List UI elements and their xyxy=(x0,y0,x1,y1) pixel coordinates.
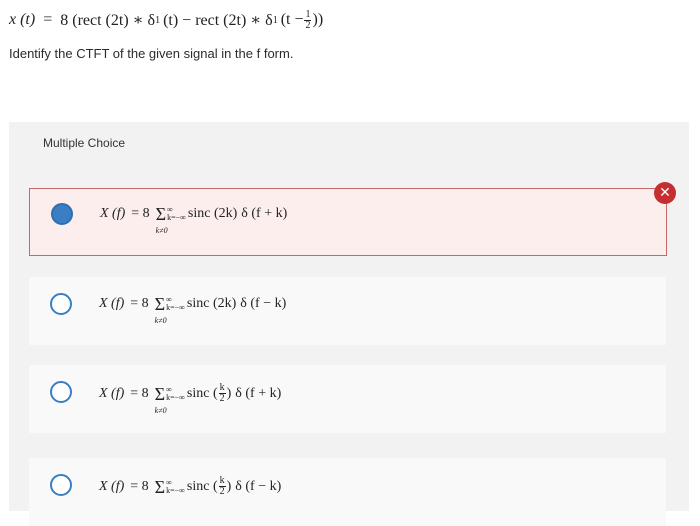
equation-fraction: 1 2 xyxy=(304,8,312,31)
option-term: sinc (2k) xyxy=(186,296,237,311)
equation-rhs-a: 8 (rect (2t) ∗ δ xyxy=(60,12,156,29)
equation-rhs-b: (t) − rect (2t) ∗ δ xyxy=(163,12,273,29)
option-fraction: k 2 xyxy=(218,383,226,404)
signal-equation: x (t) = 8 (rect (2t) ∗ δ1 (t) − rect (2t… xyxy=(9,8,323,32)
sigma-icon: Σ xyxy=(154,383,166,404)
frac-den: 2 xyxy=(219,486,225,497)
sigma-icon: Σ xyxy=(154,476,166,497)
sum-exclusion: k≠0 xyxy=(155,226,168,235)
option-eq: = 8 xyxy=(130,478,149,494)
option-4-expression: X (f) = 8 Σ ∞ k=−∞ sinc ( k 2 ) δ (f − k) xyxy=(99,476,281,497)
option-2-expression: X (f) = 8 Σ ∞ k=−∞ k≠0 sinc (2k) δ (f − k… xyxy=(99,294,287,325)
sum-lower: k=−∞ xyxy=(166,485,185,495)
equation-equals: = xyxy=(43,11,53,28)
option-lhs: X (f) xyxy=(99,385,125,401)
summation: Σ ∞ k=−∞ xyxy=(155,478,185,496)
option-delta: δ (f − k) xyxy=(240,296,287,311)
sigma-icon: Σ xyxy=(154,294,166,314)
option-eq: = 8 xyxy=(130,385,149,401)
equation-rhs-c: (t − xyxy=(280,11,304,28)
option-delta: δ (f − k) xyxy=(235,478,282,494)
equation-rhs-d: )) xyxy=(312,11,324,28)
option-1-expression: X (f) = 8 Σ ∞ k=−∞ k≠0 sinc (2k) δ (f + k… xyxy=(100,204,288,235)
sum-exclusion: k≠0 xyxy=(154,316,167,325)
question-text: Identify the CTFT of the given signal in… xyxy=(9,46,294,61)
equation-frac-den: 2 xyxy=(305,19,311,31)
summation: Σ ∞ k=−∞ k≠0 xyxy=(154,294,185,325)
multiple-choice-label: Multiple Choice xyxy=(43,136,126,150)
summation: Σ ∞ k=−∞ k≠0 xyxy=(155,204,186,235)
option-term-post: ) xyxy=(226,478,232,494)
option-lhs: X (f) xyxy=(99,478,125,494)
option-fraction: k 2 xyxy=(218,476,226,497)
equation-sub-1: 1 xyxy=(155,14,161,26)
option-eq: = 8 xyxy=(130,296,149,311)
option-delta: δ (f + k) xyxy=(235,385,282,401)
sigma-icon: Σ xyxy=(155,204,167,224)
choice-option-3[interactable]: X (f) = 8 Σ ∞ k=−∞ k≠0 sinc ( k 2 ) δ (f … xyxy=(29,365,666,433)
equation-lhs: x (t) xyxy=(9,11,36,28)
sum-exclusion: k≠0 xyxy=(154,405,167,415)
option-3-expression: X (f) = 8 Σ ∞ k=−∞ k≠0 sinc ( k 2 ) δ (f … xyxy=(99,383,282,415)
radio-unselected-icon[interactable] xyxy=(50,381,72,403)
option-term-pre: sinc ( xyxy=(186,385,218,401)
radio-selected-icon[interactable] xyxy=(51,203,73,225)
option-term-pre: sinc ( xyxy=(186,478,218,494)
sum-lower: k=−∞ xyxy=(166,303,185,312)
option-term: sinc (2k) xyxy=(187,206,238,221)
option-lhs: X (f) xyxy=(99,296,125,311)
sum-lower: k=−∞ xyxy=(166,392,185,402)
multiple-choice-panel: Multiple Choice X (f) = 8 Σ ∞ k=−∞ k≠0 si… xyxy=(9,122,689,526)
radio-unselected-icon[interactable] xyxy=(50,474,72,496)
choice-option-2[interactable]: X (f) = 8 Σ ∞ k=−∞ k≠0 sinc (2k) δ (f − k… xyxy=(29,277,666,345)
option-delta: δ (f + k) xyxy=(241,206,288,221)
summation: Σ ∞ k=−∞ k≠0 xyxy=(154,383,185,415)
close-x-icon: ✕ xyxy=(654,182,676,204)
equation-frac-num: 1 xyxy=(304,8,312,21)
radio-unselected-icon[interactable] xyxy=(50,293,72,315)
option-lhs: X (f) xyxy=(100,206,126,221)
choice-option-1[interactable]: X (f) = 8 Σ ∞ k=−∞ k≠0 sinc (2k) δ (f + k… xyxy=(29,188,667,256)
choice-option-4[interactable]: X (f) = 8 Σ ∞ k=−∞ sinc ( k 2 ) δ (f − k) xyxy=(29,458,666,526)
option-eq: = 8 xyxy=(131,206,150,221)
equation-sub-2: 1 xyxy=(272,14,278,26)
frac-den: 2 xyxy=(219,393,225,404)
sum-lower: k=−∞ xyxy=(167,213,186,222)
option-term-post: ) xyxy=(226,385,232,401)
